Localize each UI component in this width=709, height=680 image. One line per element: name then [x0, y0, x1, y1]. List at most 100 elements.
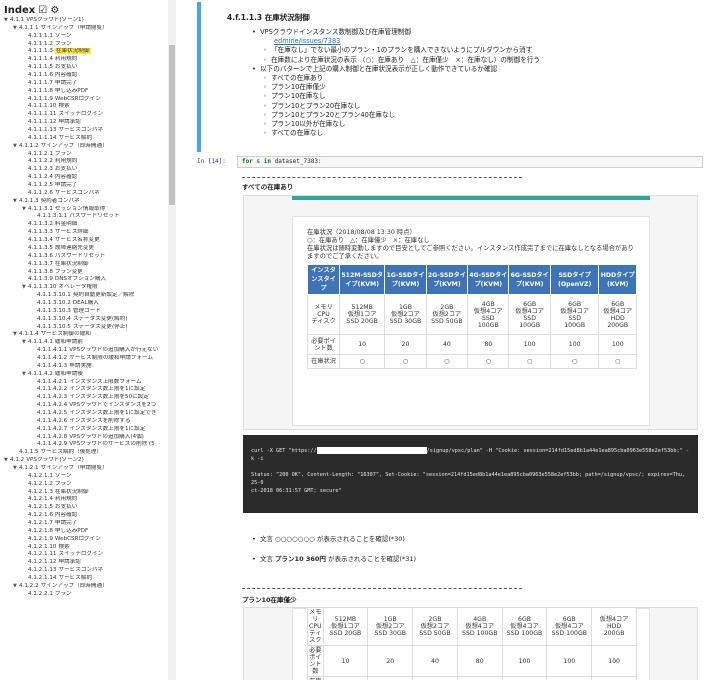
toc-item-number: 4.1.1.4.2.7 — [37, 425, 68, 432]
toc-item[interactable]: 4.1.2.1.13 サービスコンパネ — [0, 567, 168, 575]
toc-item[interactable]: 4.1.1.2.4 内容確認 — [0, 174, 168, 182]
toc-item-label: サービスコンパネ — [58, 567, 104, 574]
toc-item[interactable]: ▼ 4.1.1.4.1 緩和申請前 — [0, 339, 168, 347]
toc-item-number: 4.1.2.1.8 — [28, 527, 53, 534]
toc-item[interactable]: 4.1.2.1.7 申請完了 — [0, 520, 168, 528]
table-header-cell: SSDタイプ(OpenVZ) — [549, 264, 600, 295]
toc-item[interactable]: 4.1.1.1.5 お支払い — [0, 64, 168, 72]
toc-item[interactable]: 4.1.1.3.6 パスワードリセット — [0, 253, 168, 261]
toc-item[interactable]: ▼ 4.1.2.2 サインアップ（即時開通） — [0, 583, 168, 591]
toc-item[interactable]: ▼ 4.1.2.1 サインアップ（申請閲覧） — [0, 465, 168, 473]
toc-item[interactable]: 4.1.1.3.3 サービス詳細 — [0, 229, 168, 237]
toc-settings-icon[interactable]: ☑ ⚙ — [38, 5, 59, 16]
toc-item[interactable]: 4.1.1.4.1.1 VPSクラウドの追加購入が行えない — [0, 347, 168, 355]
toc-item-number: 4.1.1.4.1.1 — [37, 347, 68, 354]
toc-item[interactable]: 4.1.1.1.14 サービス解約 — [0, 135, 168, 143]
toc-item[interactable]: 4.1.2.1.1 ゾーン — [0, 473, 168, 481]
toc-item[interactable]: 4.1.1.1.1 ゾーン — [0, 33, 168, 41]
toc-item[interactable]: 4.1.2.1.8 申し込みPDF — [0, 528, 168, 536]
toc-item[interactable]: 4.1.1.3.2 料金明細 — [0, 221, 168, 229]
toc-item[interactable]: 4.1.1.4.2.2 インスタンス数上限を1に設定 — [0, 386, 168, 394]
toc-item[interactable]: 4.1.2.1.11 スイッチログイン — [0, 551, 168, 559]
toc-item[interactable]: 4.1.1.3.5 故障連絡先変更 — [0, 245, 168, 253]
toc-item[interactable]: 4.1.1.3.10.4 ステータス変更(解約) — [0, 316, 168, 324]
toc-item[interactable]: 4.1.1.2.5 申請完了 — [0, 182, 168, 190]
table-cell: ○ — [549, 354, 600, 369]
toc-item[interactable]: ▼ 4.1.1.1 サインアップ（申請閲覧） — [0, 25, 168, 33]
toc-item[interactable]: 4.1.1.4.2.6 インスタンスを削除する — [0, 418, 168, 426]
toc-item[interactable]: 4.1.1.3.9 DNSオプション購入 — [0, 276, 168, 284]
toc-item[interactable]: 4.1.1.2.3 お支払い — [0, 166, 168, 174]
toc-item[interactable]: ▼ 4.1.1 VPSクラウド(ゾーン1) — [0, 17, 168, 25]
toc-item[interactable]: 4.1.1.3.10.2 DEAL購入 — [0, 300, 168, 308]
toc-item[interactable]: 4.1.2.1.2 プラン — [0, 481, 168, 489]
toc-item[interactable]: 4.1.1.1.9 WebCSRログイン — [0, 96, 168, 104]
toc-item[interactable]: ▼ 4.1.1.3.10 オペレータ権限 — [0, 284, 168, 292]
toc-item[interactable]: 4.1.1.4.1.3 申請実施 — [0, 363, 168, 371]
toc-item[interactable]: 4.1.1.4.2.5 インスタンス数上限を1に設定でき — [0, 410, 168, 418]
code-cell[interactable]: for s in dataset_7383: — [237, 156, 703, 168]
toc-item[interactable]: 4.1.2.1.12 申請承認 — [0, 559, 168, 567]
toc-scrollbar-thumb[interactable] — [169, 45, 175, 205]
table-cell: 100 — [501, 645, 548, 677]
toc-item[interactable]: 4.1.1.1.3 在庫状況制御 — [0, 48, 168, 56]
toc-item-label: サインアップ（即時開通） — [40, 142, 108, 149]
toc-item[interactable]: 4.1.1.1.13 サービスコンパネ — [0, 127, 168, 135]
toc-item[interactable]: 4.1.1.2.6 サービスコンパネ — [0, 190, 168, 198]
toc-item[interactable]: ▼ 4.1.2 VPSクラウド(ゾーン2) — [0, 457, 168, 465]
toc-item[interactable]: 4.1.1.1.2 プラン — [0, 41, 168, 49]
toc-item[interactable]: 4.1.2.1.6 内容確認 — [0, 512, 168, 520]
toc-item[interactable]: 4.1.1.1.12 申請承認 — [0, 119, 168, 127]
toc-item[interactable]: ▼ 4.1.1.2 サインアップ（即時開通） — [0, 143, 168, 151]
toc-item-label: VPSクラウドのサービスの削除 (5 — [69, 441, 155, 448]
toc-item-label: 申請完了 — [54, 79, 78, 86]
toc-item-number: 4.1.1.2.3 — [28, 166, 53, 173]
toc-item[interactable]: 4.1.2.1.5 お支払い — [0, 504, 168, 512]
toc-item[interactable]: ▼ 4.1.1.3 契約者コンパネ — [0, 198, 168, 206]
toc-item[interactable]: 4.1.1.1.10 検索 — [0, 103, 168, 111]
toc-item[interactable]: 4.1.1.3.1.1 パスワードリセット — [0, 213, 168, 221]
toc-item[interactable]: 4.1.1.4.2.9 VPSクラウドのサービスの削除 (5 — [0, 441, 168, 449]
toc-item[interactable]: 4.1.2.2.1 プラン — [0, 591, 168, 599]
toc-item[interactable]: 4.1.1.3.10.1 契約自動更新設定／解除 — [0, 292, 168, 300]
toc-item[interactable]: 4.1.1.3.10.3 管理コード — [0, 308, 168, 316]
toc-item[interactable]: 4.1.1.5 サービス解約（後処理） — [0, 449, 168, 457]
toc-item[interactable]: 4.1.2.1.10 検索 — [0, 544, 168, 552]
toc-item-number: 4.1.2.2.1 — [28, 590, 53, 597]
toc-item-number: 4.1.1.2.2 — [28, 158, 53, 165]
toc-item-label: サービス名称変更 — [54, 237, 100, 244]
toc-item[interactable]: 4.1.1.4.2.4 VPSクラウドでインスタンスを2つ — [0, 402, 168, 410]
toc-item-number: 4.1.2.2 — [19, 582, 39, 589]
toc-item[interactable]: 4.1.1.2.2 利用規約 — [0, 158, 168, 166]
toc-item[interactable]: 4.1.1.1.7 申請完了 — [0, 80, 168, 88]
toc-item[interactable]: 4.1.1.4.2.7 インスタンス数上限を1に設定 — [0, 426, 168, 434]
toc-item[interactable]: 4.1.1.4.2.8 VPSクラウドの追加購入(4個) — [0, 434, 168, 442]
toc-item[interactable]: 4.1.1.4.2.3 インスタンス数上限を50に設定 — [0, 394, 168, 402]
toc-item-number: 4.1.1.3.10.1 — [37, 292, 71, 299]
toc-item[interactable]: 4.1.1.3.8 プラン変更 — [0, 269, 168, 277]
cell-prompt: In [14]: — [197, 158, 226, 165]
toc-item[interactable]: 4.1.1.1.4 利用規約 — [0, 56, 168, 64]
table-row-label: メモリ CPU ディスク — [307, 607, 324, 646]
toc-item[interactable]: 4.1.1.4.1.2 サービス制限の緩和申請フォーム — [0, 355, 168, 363]
toc-item[interactable]: 4.1.2.1.9 WebCSRログイン — [0, 536, 168, 544]
toc-item-label: WebCSRログイン — [54, 535, 101, 542]
toc-item[interactable]: 4.1.2.1.3 在庫状況制御 — [0, 489, 168, 497]
toc-item[interactable]: 4.1.1.1.8 申し込みPDF — [0, 88, 168, 96]
toc-item-number: 4.1.1 — [10, 17, 25, 23]
toc-item[interactable]: 4.1.2.1.4 利用規約 — [0, 496, 168, 504]
toc-item[interactable]: 4.1.1.3.7 在庫状況制御 — [0, 261, 168, 269]
toc-item-number: 4.1.1.1.13 — [28, 127, 57, 134]
toc-item[interactable]: 4.1.1.1.6 内容確認 — [0, 72, 168, 80]
toc-item[interactable]: ▼ 4.1.1.4 サービス制御の緩和 — [0, 331, 168, 339]
toc-item[interactable]: 4.1.2.1.14 サービス解約 — [0, 575, 168, 583]
toc-item[interactable]: 4.1.1.2.1 プラン — [0, 151, 168, 159]
issue-link[interactable]: edmine/issues/7383 — [274, 37, 340, 45]
toc-item[interactable]: 4.1.1.4.2.1 インスタンス上限数フォーム — [0, 379, 168, 387]
toc-item[interactable]: ▼ 4.1.1.4.2 緩和申請後 — [0, 371, 168, 379]
toc-item[interactable]: 4.1.1.3.10.5 ステータス変更(停止) — [0, 324, 168, 332]
toc-item[interactable]: ▼ 4.1.1.3.1 セッション情報取得 — [0, 206, 168, 214]
toc-item[interactable]: 4.1.1.1.11 スイッチログイン — [0, 111, 168, 119]
toc-item-number: 4.1.2.1.4 — [28, 496, 53, 503]
toc-item[interactable]: 4.1.1.3.4 サービス名称変更 — [0, 237, 168, 245]
